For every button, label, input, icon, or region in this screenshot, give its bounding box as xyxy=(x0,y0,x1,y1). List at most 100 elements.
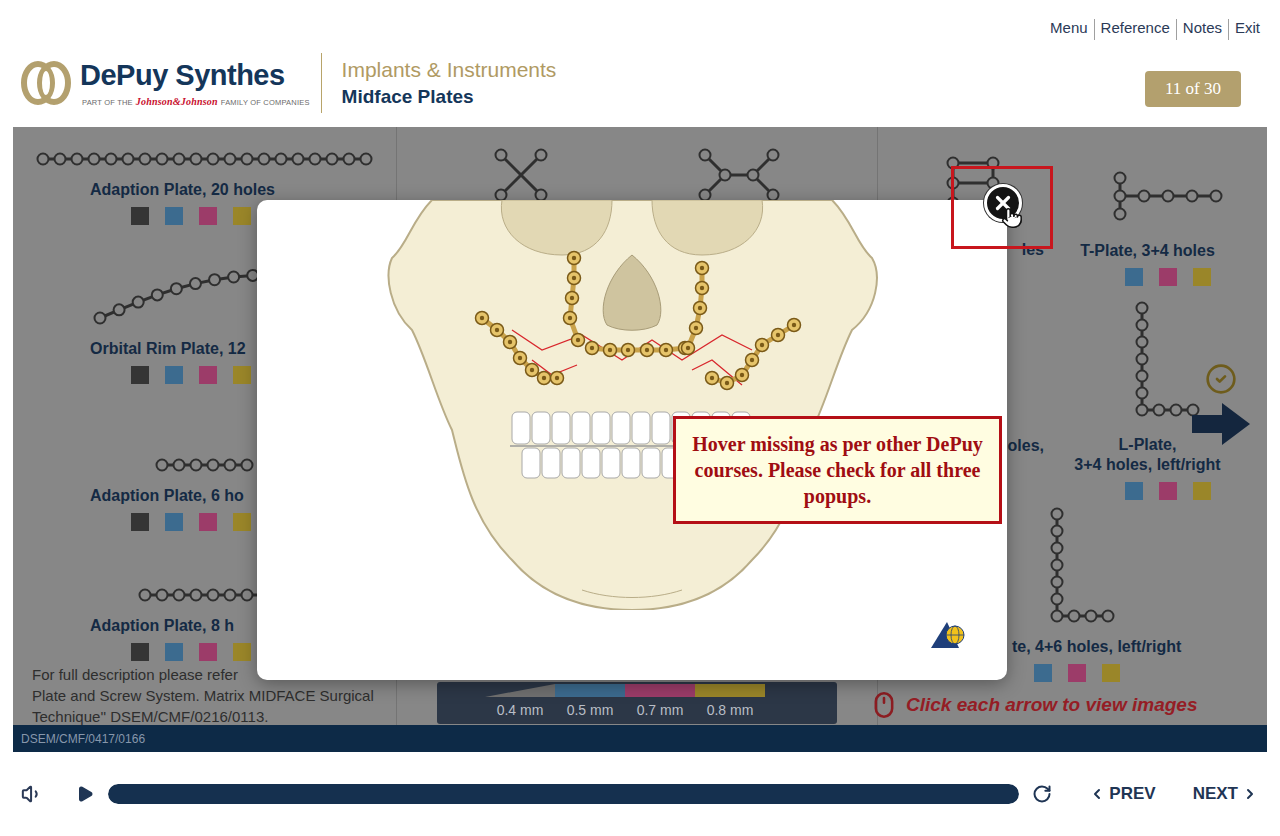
thickness-swatch[interactable] xyxy=(165,643,183,661)
plate-icon xyxy=(138,588,271,602)
slide-content: Adaption Plate, 20 holesOrbital Rim Plat… xyxy=(13,127,1267,725)
thickness-swatch[interactable] xyxy=(1125,268,1143,286)
speaker-icon xyxy=(21,783,43,805)
thickness-swatch[interactable] xyxy=(1159,268,1177,286)
thickness-swatch[interactable] xyxy=(233,513,251,531)
mute-button[interactable] xyxy=(21,783,43,805)
plate-item[interactable] xyxy=(494,148,548,202)
plate-label: L-Plate, xyxy=(1068,435,1227,455)
top-nav: MenuReferenceNotesExit xyxy=(20,0,1260,40)
legend-bar xyxy=(625,684,695,697)
review-note: Hover missing as per other DePuy courses… xyxy=(673,416,1002,524)
thickness-swatch[interactable] xyxy=(1125,482,1143,500)
plate-icon xyxy=(1113,171,1223,221)
mouse-icon xyxy=(870,691,898,719)
thickness-swatch[interactable] xyxy=(199,513,217,531)
plate-item[interactable]: T-Plate, 3+4 holes xyxy=(1068,127,1267,290)
thickness-swatch[interactable] xyxy=(233,366,251,384)
nav-link[interactable]: Reference xyxy=(1094,19,1176,40)
legend-label: 0.5 mm xyxy=(567,702,614,718)
legend-label: 0.8 mm xyxy=(707,702,754,718)
thickness-swatches xyxy=(13,207,251,225)
legend-label: 0.4 mm xyxy=(497,702,544,718)
thickness-legend: 0.4 mm 0.5 mm 0.7 mm 0.8 mm xyxy=(437,682,837,724)
thickness-swatch[interactable] xyxy=(1159,482,1177,500)
plate-icon xyxy=(155,458,254,472)
legend-item: 0.4 mm xyxy=(485,684,555,720)
legend-label: 0.7 mm xyxy=(637,702,684,718)
course-player: MenuReferenceNotesExit DePuy Synthes PART … xyxy=(0,0,1280,836)
brand-row: DePuy Synthes PART OF THEJohnson&JohnsonF… xyxy=(20,40,1260,127)
next-image-arrow-icon[interactable] xyxy=(1192,403,1250,445)
plate-label: T-Plate, 3+4 holes xyxy=(1068,241,1227,261)
legend-item: 0.7 mm xyxy=(625,684,695,720)
skull-illustration-icon xyxy=(382,200,882,610)
plate-item[interactable]: L-Plate,3+4 holes, left/right xyxy=(1068,290,1267,505)
plate-item[interactable] xyxy=(698,148,780,202)
thickness-swatch[interactable] xyxy=(131,207,149,225)
nav-link[interactable]: Exit xyxy=(1228,19,1260,40)
replay-button[interactable] xyxy=(1032,784,1052,804)
depuy-synthes-logo-icon xyxy=(20,61,72,105)
thickness-swatches xyxy=(1125,268,1211,286)
legend-bar xyxy=(695,684,765,697)
play-button[interactable] xyxy=(76,785,94,803)
thickness-swatch[interactable] xyxy=(1034,664,1052,682)
popup-logo xyxy=(929,618,967,650)
thickness-swatch[interactable] xyxy=(1102,664,1120,682)
thickness-swatch[interactable] xyxy=(131,513,149,531)
legend-bar xyxy=(555,684,625,697)
tagline: PART OF THEJohnson&JohnsonFAMILY OF COMP… xyxy=(80,96,310,107)
course-titles: Implants & Instruments Midface Plates xyxy=(342,58,557,108)
close-icon xyxy=(992,192,1014,214)
thickness-swatch[interactable] xyxy=(1068,664,1086,682)
prev-button[interactable]: PREV xyxy=(1089,784,1155,804)
visited-check-icon xyxy=(1205,363,1237,395)
legend-item: 0.8 mm xyxy=(695,684,765,720)
legend-item: 0.5 mm xyxy=(555,684,625,720)
thickness-swatches xyxy=(13,513,251,531)
thickness-swatches xyxy=(1125,482,1211,500)
thickness-swatch[interactable] xyxy=(199,366,217,384)
course-title: Implants & Instruments xyxy=(342,58,557,82)
hint-text: Click each arrow to view images xyxy=(906,694,1197,716)
legend-bar xyxy=(485,684,555,697)
thickness-swatch[interactable] xyxy=(1193,482,1211,500)
thickness-swatch[interactable] xyxy=(131,643,149,661)
brand-name: DePuy Synthes xyxy=(80,58,310,92)
popup-close-button[interactable] xyxy=(984,184,1022,222)
plate-icon xyxy=(698,148,780,202)
play-icon xyxy=(76,785,94,803)
player-controls: PREV NEXT xyxy=(0,752,1280,836)
thickness-swatch[interactable] xyxy=(131,366,149,384)
tagline-company: Johnson&Johnson xyxy=(136,96,218,107)
thickness-swatch[interactable] xyxy=(233,207,251,225)
progress-bar[interactable] xyxy=(108,784,1019,804)
instruction-hint: Click each arrow to view images xyxy=(870,685,1267,725)
nav-link[interactable]: Menu xyxy=(1044,19,1094,40)
header: MenuReferenceNotesExit DePuy Synthes PART … xyxy=(0,0,1280,127)
chevron-right-icon xyxy=(1242,786,1258,802)
chevron-left-icon xyxy=(1089,786,1105,802)
thickness-swatch[interactable] xyxy=(233,643,251,661)
reference-line: Plate and Screw System. Matrix MIDFACE S… xyxy=(32,685,396,706)
plate-icon xyxy=(1050,507,1115,623)
thickness-swatch[interactable] xyxy=(165,366,183,384)
next-button[interactable]: NEXT xyxy=(1193,784,1258,804)
nav-link[interactable]: Notes xyxy=(1176,19,1228,40)
plate-icon xyxy=(36,152,373,166)
plate-icon xyxy=(1135,301,1200,417)
document-code: DSEM/CMF/0417/0166 xyxy=(21,732,145,746)
foundation-logo-icon xyxy=(929,618,967,650)
thickness-swatches xyxy=(13,643,251,661)
tagline-suffix: FAMILY OF COMPANIES xyxy=(221,98,310,107)
thickness-swatch[interactable] xyxy=(199,207,217,225)
module-title: Midface Plates xyxy=(342,86,557,108)
image-arrow[interactable] xyxy=(1192,363,1250,445)
thickness-swatch[interactable] xyxy=(1193,268,1211,286)
image-popup: Hover missing as per other DePuy courses… xyxy=(257,200,1007,680)
thickness-swatch[interactable] xyxy=(165,207,183,225)
logo: DePuy Synthes PART OF THEJohnson&JohnsonF… xyxy=(20,58,310,107)
thickness-swatch[interactable] xyxy=(165,513,183,531)
thickness-swatch[interactable] xyxy=(199,643,217,661)
